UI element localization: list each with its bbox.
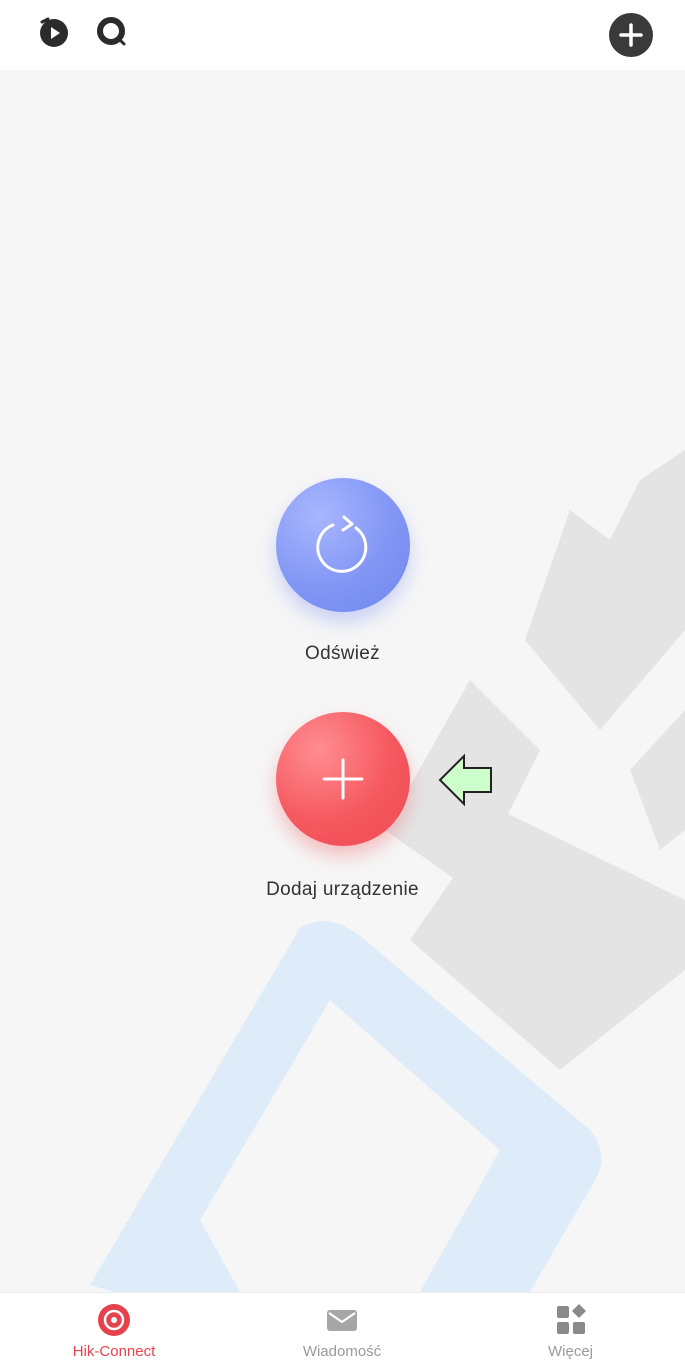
add-device-action: Dodaj urządzenie	[0, 712, 685, 901]
bottom-nav: Hik-Connect Wiadomość Więcej	[0, 1292, 685, 1362]
hik-connect-icon	[98, 1304, 130, 1336]
refresh-label: Odśwież	[305, 643, 380, 664]
nav-item-wiecej[interactable]: Więcej	[456, 1293, 685, 1362]
left-arrow-icon	[438, 753, 492, 807]
add-device-icon[interactable]	[608, 12, 654, 58]
app-screen: Odśwież Dodaj urządzenie Hik-Connect Wia…	[0, 0, 685, 1362]
nav-label-wiecej: Więcej	[547, 1343, 593, 1360]
more-apps-icon	[556, 1304, 586, 1334]
refresh-action: Odśwież	[0, 478, 685, 665]
refresh-button[interactable]	[275, 478, 410, 612]
add-device-button[interactable]	[275, 712, 410, 846]
mail-icon	[327, 1310, 357, 1331]
plus-icon	[322, 758, 363, 800]
search-icon[interactable]	[94, 14, 130, 50]
nav-item-hik-connect[interactable]: Hik-Connect	[0, 1293, 228, 1362]
add-device-label: Dodaj urządzenie	[266, 879, 419, 900]
refresh-icon	[315, 515, 367, 573]
nav-label-hik-connect: Hik-Connect	[72, 1343, 156, 1360]
playback-icon[interactable]	[36, 14, 72, 50]
watermark-logo	[90, 450, 685, 1292]
top-bar	[0, 0, 685, 70]
nav-label-wiadomosc: Wiadomość	[302, 1343, 382, 1360]
nav-item-wiadomosc[interactable]: Wiadomość	[228, 1293, 456, 1362]
